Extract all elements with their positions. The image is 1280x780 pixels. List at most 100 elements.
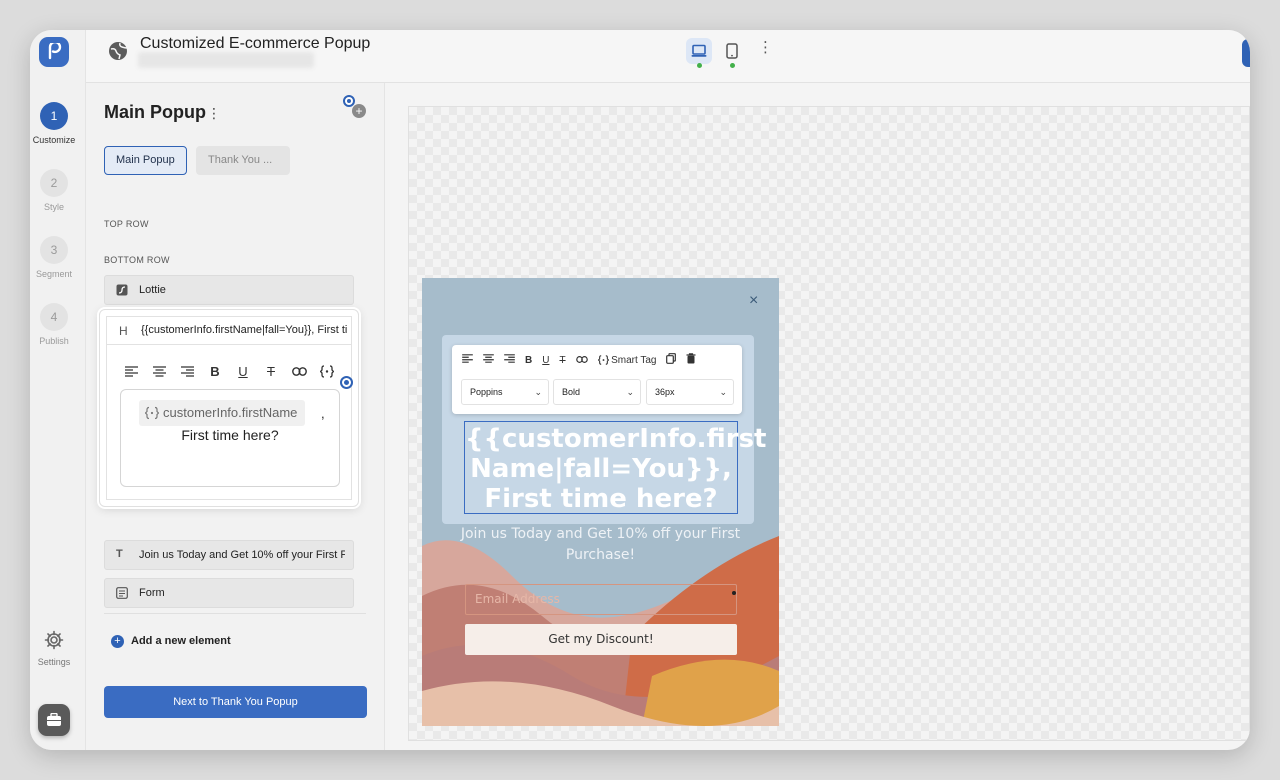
step-number: 3 [40,236,68,264]
add-element-label: Add a new element [131,635,231,647]
text-icon: T [116,548,123,560]
top-row-label: TOP ROW [104,219,149,229]
smart-tag-chip[interactable]: customerInfo.firstName [139,400,306,426]
align-left-icon[interactable] [123,363,139,379]
brand-logo[interactable] [39,37,69,67]
next-button[interactable]: Next to Thank You Popup [104,686,367,718]
divider [104,613,366,614]
step-style[interactable]: 2 Style [30,169,78,212]
mobile-icon [726,43,738,59]
blurred-subtitle [138,52,314,68]
inline-toolbar: B U T Smart Tag Poppins ⌄ Bold ⌄ 36px ⌄ [452,345,742,414]
lottie-icon [116,284,128,296]
align-right-icon[interactable] [504,354,515,366]
heading-element-label: {{customerInfo.firstName|fall=You}}, Fir… [141,324,347,336]
editor-comma: , [321,406,325,421]
app-window: 1 Customize 2 Style 3 Segment 4 Publish … [30,30,1250,750]
panel-title: Main Popup [104,102,206,122]
step-label: Customize [32,135,76,145]
resize-handle[interactable] [340,376,353,389]
step-label: Publish [39,336,69,346]
heading-element-header[interactable]: H {{customerInfo.firstName|fall=You}}, F… [106,316,352,344]
step-publish[interactable]: 4 Publish [30,303,78,346]
smart-tag-icon[interactable] [319,363,335,379]
settings-label: Settings [37,657,71,667]
underline-icon[interactable]: U [235,363,251,379]
element-form[interactable]: Form [104,578,354,608]
mobile-preview-button[interactable] [719,38,745,64]
chevron-down-icon: ⌄ [626,387,634,397]
bold-icon[interactable]: B [525,355,532,366]
step-number: 4 [40,303,68,331]
popup-headline[interactable]: {{customerInfo.first Name|fall=You}}, Fi… [464,421,767,514]
editor-panel: Main Popup ⋮ + Main Popup Thank You ... … [86,83,385,750]
smart-tag-button[interactable]: Smart Tag [597,354,657,366]
strikethrough-icon[interactable]: T [559,355,565,366]
close-icon[interactable]: × [749,292,758,310]
step-label: Segment [35,269,73,279]
panel-more-icon[interactable]: ⋮ [207,105,221,122]
font-weight-value: Bold [562,387,581,397]
tab-thank-you[interactable]: Thank You ... [196,146,290,175]
editor-body: B U T customerInfo.firstName , First tim… [106,344,352,500]
editor-toolbar: B U T [123,363,335,379]
campaign-title: Customized E-commerce Popup [140,35,371,52]
desktop-preview-button[interactable] [686,38,712,64]
font-family-select[interactable]: Poppins ⌄ [461,379,549,405]
chevron-down-icon: ⌄ [719,387,727,397]
gear-icon [44,630,64,650]
font-size-value: 36px [655,387,675,397]
laptop-icon [691,44,707,57]
chevron-down-icon: ⌄ [534,387,542,397]
add-element-button[interactable]: + Add a new element [111,635,231,648]
left-rail: 1 Customize 2 Style 3 Segment 4 Publish … [30,30,86,750]
more-options-icon[interactable]: ⋮ [758,40,773,55]
step-segment[interactable]: 3 Segment [30,236,78,279]
bold-icon[interactable]: B [207,363,223,379]
add-row-icon[interactable]: + [352,104,366,118]
popup-preview: × B U T Smart Tag Poppins ⌄ Bold ⌄ 36px … [422,278,779,726]
smart-tag-icon [145,406,159,420]
briefcase-button[interactable] [38,704,70,736]
link-icon[interactable] [291,363,307,379]
globe-icon[interactable] [108,41,128,61]
step-customize[interactable]: 1 Customize [30,102,78,145]
desktop-status-dot [697,63,702,68]
chip-label: customerInfo.firstName [163,405,298,420]
briefcase-icon [47,713,61,726]
element-label: Lottie [139,284,166,296]
link-icon[interactable] [575,355,588,366]
plus-circle-icon: + [111,635,124,648]
heading-textarea[interactable]: customerInfo.firstName , First time here… [120,389,340,487]
email-field[interactable]: Email Address [465,584,737,615]
align-right-icon[interactable] [179,363,195,379]
bottom-row-label: BOTTOM ROW [104,255,170,265]
step-number: 2 [40,169,68,197]
trash-icon[interactable] [686,353,696,367]
step-number: 1 [40,102,68,130]
discount-button[interactable]: Get my Discount! [465,624,737,655]
font-size-select[interactable]: 36px ⌄ [646,379,734,405]
toolbar-row: B U T Smart Tag [462,353,696,367]
publish-button-edge[interactable] [1242,39,1250,67]
align-left-icon[interactable] [462,354,473,366]
strikethrough-icon[interactable]: T [263,363,279,379]
element-text[interactable]: T Join us Today and Get 10% off your Fir… [104,540,354,570]
align-center-icon[interactable] [151,363,167,379]
element-label: Join us Today and Get 10% off your First… [139,549,345,561]
popup-subtext[interactable]: Join us Today and Get 10% off your First… [452,524,749,566]
settings-button[interactable]: Settings [30,630,78,667]
heading-icon: H [119,324,128,338]
underline-icon[interactable]: U [542,355,549,366]
copy-icon[interactable] [666,353,677,367]
align-center-icon[interactable] [483,354,494,366]
form-icon [116,587,128,599]
element-lottie[interactable]: Lottie [104,275,354,305]
heading-editor: H {{customerInfo.firstName|fall=You}}, F… [99,309,359,507]
font-weight-select[interactable]: Bold ⌄ [553,379,641,405]
step-label: Style [43,202,64,212]
mobile-status-dot [730,63,735,68]
smart-tag-label: Smart Tag [611,354,657,366]
tab-main-popup[interactable]: Main Popup [104,146,187,175]
editor-line-2: First time here? [181,427,279,443]
